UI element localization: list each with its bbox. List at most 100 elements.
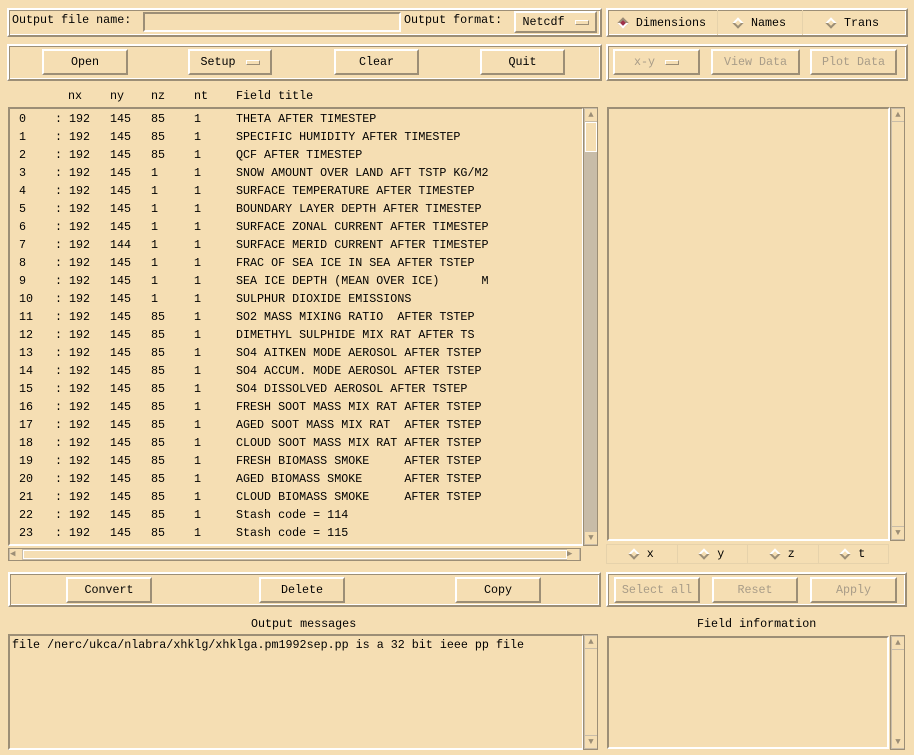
field-nx: : 192 — [55, 508, 91, 522]
field-nx: : 192 — [55, 436, 91, 450]
field-row[interactable]: 3: 192 145 1 1 SNOW AMOUNT OVER LAND AFT TST… — [10, 164, 580, 182]
scroll-thumb[interactable] — [585, 122, 597, 152]
scroll-up-icon[interactable]: ▲ — [892, 637, 904, 649]
field-nx: : 192 — [55, 148, 91, 162]
field-ny: 145 — [110, 400, 132, 414]
clear-button[interactable]: Clear — [334, 49, 419, 75]
copy-button[interactable]: Copy — [455, 577, 541, 603]
field-row[interactable]: 18: 192 145 85 1 CLOUD SOOT MASS MIX RAT AFT… — [10, 434, 580, 452]
field-row[interactable]: 22: 192 145 85 1 Stash code = 114 — [10, 506, 580, 524]
scroll-down-icon[interactable]: ▼ — [585, 736, 597, 748]
field-nt: 1 — [194, 382, 202, 396]
field-row[interactable]: 23: 192 145 85 1 Stash code = 115 — [10, 524, 580, 542]
scroll-down-icon[interactable]: ▼ — [892, 527, 904, 539]
field-row[interactable]: 8: 192 145 1 1 FRAC OF SEA ICE IN SEA AFTER … — [10, 254, 580, 272]
field-row[interactable]: 15: 192 145 85 1 SO4 DISSOLVED AEROSOL AFTER… — [10, 380, 580, 398]
toggle-names[interactable]: Names — [718, 10, 803, 35]
select-all-button[interactable]: Select all — [614, 577, 700, 603]
reset-button[interactable]: Reset — [712, 577, 798, 603]
field-row[interactable]: 14: 192 145 85 1 SO4 ACCUM. MODE AEROSOL AFT… — [10, 362, 580, 380]
field-row[interactable]: 0: 192 145 85 1 THETA AFTER TIMESTEP — [10, 110, 580, 128]
field-row[interactable]: 2: 192 145 85 1 QCF AFTER TIMESTEP — [10, 146, 580, 164]
scroll-up-icon[interactable]: ▲ — [585, 109, 597, 121]
field-nx: : 192 — [55, 112, 91, 126]
messages-vscrollbar[interactable]: ▲ ▼ — [583, 634, 598, 750]
field-ny: 145 — [110, 436, 132, 450]
toggle-dimensions[interactable]: Dimensions — [608, 10, 718, 35]
convert-button[interactable]: Convert — [66, 577, 152, 603]
scroll-up-icon[interactable]: ▲ — [585, 636, 597, 648]
field-info-vscrollbar[interactable]: ▲ ▼ — [890, 635, 905, 750]
field-row[interactable]: 4: 192 145 1 1 SURFACE TEMPERATURE AFTER TIM… — [10, 182, 580, 200]
setup-menu-button[interactable]: Setup — [188, 49, 272, 75]
field-row[interactable]: 1: 192 145 85 1 SPECIFIC HUMIDITY AFTER TIME… — [10, 128, 580, 146]
setup-label: Setup — [200, 55, 236, 69]
scroll-down-icon[interactable]: ▼ — [585, 532, 597, 544]
scroll-thumb[interactable] — [23, 550, 567, 559]
toggle-dim-z[interactable]: z — [748, 545, 819, 563]
scroll-left-icon[interactable]: ◀ — [10, 549, 22, 560]
field-nx: : 192 — [55, 364, 91, 378]
scroll-up-icon[interactable]: ▲ — [892, 109, 904, 121]
toggle-dim-y[interactable]: y — [678, 545, 748, 563]
dimension-list[interactable] — [607, 107, 890, 541]
scroll-thumb[interactable] — [585, 649, 597, 735]
field-ny: 145 — [110, 328, 132, 342]
field-index: 16 — [19, 400, 34, 414]
field-list[interactable]: 0: 192 145 85 1 THETA AFTER TIMESTEP 1: 192 14… — [8, 107, 584, 546]
toggle-dim-x[interactable]: x — [607, 545, 678, 563]
plot-data-button[interactable]: Plot Data — [810, 49, 897, 75]
field-information-text[interactable] — [607, 636, 889, 749]
field-row[interactable]: 11: 192 145 85 1 SO2 MASS MIXING RATIO AFTER… — [10, 308, 580, 326]
field-nt: 1 — [194, 112, 202, 126]
field-row[interactable]: 21: 192 145 85 1 CLOUD BIOMASS SMOKE AFTER T… — [10, 488, 580, 506]
apply-button[interactable]: Apply — [810, 577, 897, 603]
field-row[interactable]: 17: 192 145 85 1 AGED SOOT MASS MIX RAT AFTE… — [10, 416, 580, 434]
field-ny: 145 — [110, 166, 132, 180]
field-nz: 85 — [151, 418, 166, 432]
open-button[interactable]: Open — [42, 49, 128, 75]
field-index: 21 — [19, 490, 34, 504]
field-index: 17 — [19, 418, 34, 432]
delete-button[interactable]: Delete — [259, 577, 345, 603]
field-ny: 145 — [110, 148, 132, 162]
field-row[interactable]: 12: 192 145 85 1 DIMETHYL SULPHIDE MIX RAT A… — [10, 326, 580, 344]
toggle-dim-t[interactable]: t — [819, 545, 889, 563]
quit-button[interactable]: Quit — [480, 49, 565, 75]
radio-icon — [617, 16, 629, 29]
field-nt: 1 — [194, 148, 202, 162]
field-list-hscrollbar[interactable]: ◀ ▶ — [8, 548, 581, 561]
field-ny: 145 — [110, 472, 132, 486]
field-row[interactable]: 10: 192 145 1 1 SULPHUR DIOXIDE EMISSIONS — [10, 290, 580, 308]
header-nx: nx — [68, 89, 83, 103]
field-row[interactable]: 7: 192 144 1 1 SURFACE MERID CURRENT AFTER T… — [10, 236, 580, 254]
field-row[interactable]: 5: 192 145 1 1 BOUNDARY LAYER DEPTH AFTER TI… — [10, 200, 580, 218]
field-index: 7 — [19, 238, 27, 252]
output-file-input[interactable] — [143, 12, 401, 32]
output-messages-text[interactable]: file /nerc/ukca/nlabra/xhklg/xhklga.pm19… — [8, 634, 584, 750]
plot-type-select[interactable]: x-y — [613, 49, 700, 75]
scroll-thumb[interactable] — [892, 650, 904, 736]
field-list-vscrollbar[interactable]: ▲ ▼ — [583, 107, 598, 546]
field-row[interactable]: 20: 192 145 85 1 AGED BIOMASS SMOKE AFTER TS… — [10, 470, 580, 488]
field-title: BOUNDARY LAYER DEPTH AFTER TIMESTEP — [236, 202, 482, 216]
dimension-list-vscrollbar[interactable]: ▲ ▼ — [890, 107, 905, 541]
field-row[interactable]: 6: 192 145 1 1 SURFACE ZONAL CURRENT AFTER T… — [10, 218, 580, 236]
scroll-down-icon[interactable]: ▼ — [892, 736, 904, 748]
output-format-select[interactable]: Netcdf — [514, 11, 597, 33]
field-row[interactable]: 19: 192 145 85 1 FRESH BIOMASS SMOKE AFTER T… — [10, 452, 580, 470]
field-row[interactable]: 9: 192 145 1 1 SEA ICE DEPTH (MEAN OVER ICE)… — [10, 272, 580, 290]
field-ny: 144 — [110, 238, 132, 252]
field-title: THETA AFTER TIMESTEP — [236, 112, 377, 126]
field-nz: 85 — [151, 346, 166, 360]
view-mode-panel: Dimensions Names Trans — [606, 8, 908, 37]
toggle-trans[interactable]: Trans — [803, 10, 903, 35]
view-data-button[interactable]: View Data — [711, 49, 800, 75]
field-row[interactable]: 13: 192 145 85 1 SO4 AITKEN MODE AEROSOL AFT… — [10, 344, 580, 362]
field-nx: : 192 — [55, 166, 91, 180]
field-row[interactable]: 16: 192 145 85 1 FRESH SOOT MASS MIX RAT AFT… — [10, 398, 580, 416]
scroll-thumb[interactable] — [892, 122, 904, 526]
field-title: SO4 DISSOLVED AEROSOL AFTER TSTEP — [236, 382, 468, 396]
scroll-right-icon[interactable]: ▶ — [567, 549, 579, 560]
field-nz: 1 — [151, 166, 159, 180]
